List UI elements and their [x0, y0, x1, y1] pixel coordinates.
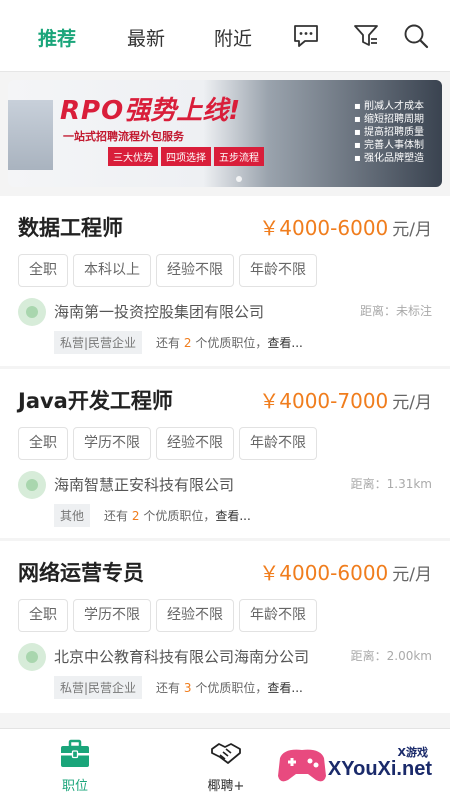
job-tag: 经验不限 [156, 427, 234, 460]
job-card[interactable]: Java开发工程师 ￥4000-7000 元/月 全职 学历不限 经验不限 年龄不… [0, 369, 450, 538]
more-jobs-link[interactable]: 还有 2 个优质职位，查看... [104, 507, 251, 524]
banner-title: RPO强势上线! [60, 90, 240, 127]
job-tag: 学历不限 [73, 427, 151, 460]
company-meta: 私营|民营企业 还有 3 个优质职位，查看... [54, 675, 303, 699]
job-tag: 学历不限 [73, 599, 151, 632]
nav-jobs-label: 职位 [61, 779, 88, 794]
banner-page-indicator [236, 176, 242, 182]
site-watermark: X游戏 XYouXi.net [272, 728, 442, 800]
company-row: 海南智慧正安科技有限公司 距离：1.31km [18, 471, 432, 499]
tab-nearby[interactable]: 附近 [214, 24, 252, 51]
chat-icon[interactable] [292, 22, 320, 50]
job-title: 网络运营专员 [18, 561, 144, 585]
company-row: 海南第一投资控股集团有限公司 距离：未标注 [18, 298, 432, 326]
briefcase-icon [61, 739, 89, 767]
benefit-item: ▪ 削减人才成本 [354, 101, 424, 112]
banner-subtitle: 一站式招聘流程外包服务 [63, 130, 184, 143]
nav-hire-plus[interactable]: 椰聘+ [186, 739, 266, 794]
more-jobs-link[interactable]: 还有 3 个优质职位，查看... [156, 679, 303, 696]
company-type-badge: 其他 [54, 503, 91, 527]
benefit-item: ▪ 强化品牌塑造 [354, 153, 424, 164]
benefit-item: ▪ 提高招聘质量 [354, 127, 424, 138]
job-tags: 全职 学历不限 经验不限 年龄不限 [18, 427, 322, 460]
watermark-text: XYouXi.net [327, 758, 432, 780]
search-icon[interactable] [402, 22, 430, 50]
company-name: 北京中公教育科技有限公司海南分公司 [54, 648, 310, 666]
job-tag: 全职 [18, 599, 68, 632]
company-name: 海南第一投资控股集团有限公司 [54, 303, 265, 321]
company-row: 北京中公教育科技有限公司海南分公司 距离：2.00km [18, 643, 432, 671]
job-title: 数据工程师 [18, 216, 123, 240]
filter-icon[interactable] [352, 22, 380, 50]
benefit-item: ▪ 完善人事体制 [354, 140, 424, 151]
banner-pill: 三大优势 [108, 147, 158, 166]
app-root: 推荐 最新 附近 RPO强势上线! 一站式招聘流程外包服务 三大优势 四项选择 … [0, 0, 450, 800]
banner-laptop-graphic [8, 100, 53, 170]
job-tag: 全职 [18, 427, 68, 460]
distance-label: 距离：1.31km [350, 477, 432, 491]
tab-recommend[interactable]: 推荐 [38, 24, 76, 51]
job-tag: 经验不限 [156, 254, 234, 287]
company-logo [18, 643, 46, 671]
banner-title-rpo: RPO [60, 96, 125, 126]
job-card[interactable]: 数据工程师 ￥4000-6000 元/月 全职 本科以上 经验不限 年龄不限 海南… [0, 196, 450, 366]
company-name: 海南智慧正安科技有限公司 [54, 476, 235, 494]
job-salary: ￥4000-6000 元/月 [259, 216, 432, 240]
distance-label: 距离：2.00km [350, 649, 432, 663]
banner-pills: 三大优势 四项选择 五步流程 [108, 147, 267, 166]
job-tag: 经验不限 [156, 599, 234, 632]
company-logo [18, 471, 46, 499]
nav-jobs[interactable]: 职位 [35, 739, 115, 794]
job-title: Java开发工程师 [18, 389, 173, 413]
benefit-item: ▪ 缩短招聘周期 [354, 114, 424, 125]
job-tags: 全职 学历不限 经验不限 年龄不限 [18, 599, 322, 632]
job-tag: 年龄不限 [239, 254, 317, 287]
job-salary: ￥4000-7000 元/月 [259, 389, 432, 413]
promo-banner[interactable]: RPO强势上线! 一站式招聘流程外包服务 三大优势 四项选择 五步流程 ▪ 削减… [8, 80, 442, 187]
nav-hire-label: 椰聘+ [207, 779, 245, 794]
job-tag: 年龄不限 [239, 427, 317, 460]
job-tag: 本科以上 [73, 254, 151, 287]
top-bar: 推荐 最新 附近 [0, 0, 450, 72]
job-card[interactable]: 网络运营专员 ￥4000-6000 元/月 全职 学历不限 经验不限 年龄不限 北… [0, 541, 450, 713]
handshake-icon [211, 743, 241, 764]
company-meta: 私营|民营企业 还有 2 个优质职位，查看... [54, 330, 303, 354]
banner-pill: 四项选择 [161, 147, 211, 166]
company-type-badge: 私营|民营企业 [54, 675, 143, 699]
job-tags: 全职 本科以上 经验不限 年龄不限 [18, 254, 322, 287]
job-tag: 全职 [18, 254, 68, 287]
company-meta: 其他 还有 2 个优质职位，查看... [54, 503, 251, 527]
banner-title-cn: 强势上线! [124, 96, 241, 126]
more-jobs-link[interactable]: 还有 2 个优质职位，查看... [156, 334, 303, 351]
job-tag: 年龄不限 [239, 599, 317, 632]
company-logo [18, 298, 46, 326]
job-salary: ￥4000-6000 元/月 [259, 561, 432, 585]
distance-label: 距离：未标注 [359, 304, 432, 318]
banner-benefits: ▪ 削减人才成本 ▪ 缩短招聘周期 ▪ 提高招聘质量 ▪ 完善人事体制 ▪ 强化… [354, 100, 424, 165]
tab-latest[interactable]: 最新 [127, 24, 165, 51]
banner-pill: 五步流程 [214, 147, 264, 166]
gamepad-logo-icon [278, 749, 326, 782]
company-type-badge: 私营|民营企业 [54, 330, 143, 354]
